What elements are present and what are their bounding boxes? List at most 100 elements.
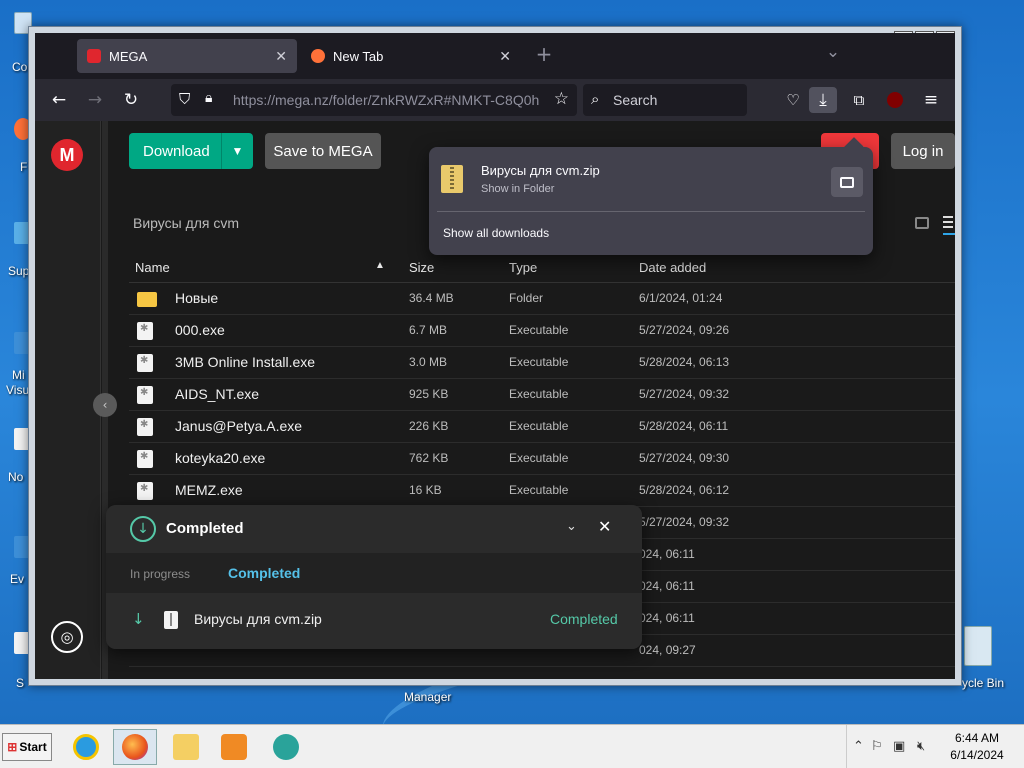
tab-new-tab[interactable]: New Tab ✕ bbox=[301, 39, 521, 73]
menu-hamburger-icon[interactable]: ≡ bbox=[917, 87, 945, 113]
transfer-tabs: In progress Completed bbox=[106, 553, 642, 593]
desktop-icon-label[interactable]: Co bbox=[12, 60, 27, 74]
column-name[interactable]: Name bbox=[135, 260, 170, 275]
thumbnail-view-icon[interactable] bbox=[915, 217, 929, 229]
network-icon[interactable]: ▣ bbox=[893, 739, 905, 754]
mega-sidebar: M ◎ bbox=[35, 121, 101, 679]
url-bar[interactable]: ⛉ 🔒︎ https://mega.nz/folder/ZnkRWZxR#NMK… bbox=[171, 84, 577, 116]
collapse-chevron-icon[interactable]: ⌄ bbox=[566, 519, 577, 534]
zip-file-icon bbox=[164, 611, 178, 629]
list-all-tabs-icon[interactable]: ⌄ bbox=[819, 39, 847, 65]
executable-file-icon bbox=[137, 354, 153, 372]
table-row[interactable]: AIDS_NT.exe 925 KB Executable 5/27/2024, 09… bbox=[129, 379, 955, 411]
collapse-sidebar-icon[interactable]: ‹ bbox=[93, 393, 117, 417]
extensions-icon[interactable]: ⧉ bbox=[845, 87, 873, 113]
show-in-folder-button[interactable] bbox=[831, 167, 863, 197]
transfer-title: Completed bbox=[166, 520, 244, 537]
navigation-toolbar: ← → ↻ ⛉ 🔒︎ https://mega.nz/folder/ZnkRWZ… bbox=[35, 79, 955, 121]
table-row[interactable]: 000.exe 6.7 MB Executable 5/27/2024, 09:26 bbox=[129, 315, 955, 347]
downloads-icon[interactable]: ⤓ bbox=[809, 87, 837, 113]
tab-strip: MEGA ✕ New Tab ✕ + ⌄ bbox=[35, 33, 955, 79]
download-options-chevron-icon[interactable]: ▼ bbox=[221, 133, 253, 169]
tab-in-progress[interactable]: In progress bbox=[130, 567, 190, 581]
desktop-icon-label[interactable]: Visu bbox=[6, 383, 29, 397]
forward-arrow-icon[interactable]: → bbox=[81, 87, 109, 113]
column-size[interactable]: Size bbox=[409, 260, 434, 275]
reload-icon[interactable]: ↻ bbox=[117, 87, 145, 113]
save-to-mega-button[interactable]: Save to MEGA bbox=[265, 133, 381, 169]
firefox-taskbar-icon[interactable] bbox=[113, 729, 157, 765]
clock-date[interactable]: 6/14/2024 bbox=[943, 748, 1011, 762]
transfer-item[interactable]: ↓ Вирусы для cvm.zip Completed bbox=[106, 593, 642, 649]
url-text[interactable]: https://mega.nz/folder/ZnkRWZxR#NMKT-C8Q… bbox=[233, 92, 543, 108]
close-tab-icon[interactable]: ✕ bbox=[499, 48, 511, 65]
file-date: 5/27/2024, 09:30 bbox=[639, 451, 730, 465]
mega-logo-icon[interactable]: M bbox=[51, 139, 83, 171]
tab-completed[interactable]: Completed bbox=[228, 565, 300, 581]
file-type: Executable bbox=[509, 355, 569, 369]
transfer-file-name: Вирусы для cvm.zip bbox=[194, 611, 322, 627]
clock-time[interactable]: 6:44 AM bbox=[947, 731, 1007, 745]
recycle-bin-icon[interactable] bbox=[964, 626, 992, 666]
search-placeholder: Search bbox=[613, 92, 658, 108]
desktop-icon-label[interactable]: Mi bbox=[12, 368, 25, 382]
firefox-favicon-icon bbox=[311, 49, 325, 63]
file-type: Folder bbox=[509, 291, 544, 305]
list-view-icon[interactable] bbox=[943, 213, 955, 235]
desktop-icon-label[interactable]: F bbox=[20, 160, 27, 174]
table-row[interactable]: koteyka20.exe 762 KB Executable 5/27/2024, … bbox=[129, 443, 955, 475]
ublock-origin-icon[interactable] bbox=[881, 87, 909, 113]
tray-expand-icon[interactable]: ⌃ bbox=[853, 739, 864, 754]
lock-icon[interactable]: 🔒︎ bbox=[205, 90, 212, 106]
internet-explorer-taskbar-icon[interactable] bbox=[64, 729, 108, 765]
desktop-icon-label[interactable]: Sup bbox=[8, 264, 29, 278]
volume-muted-icon[interactable]: 🔇︎ bbox=[917, 739, 925, 754]
app-taskbar-icon[interactable] bbox=[264, 729, 308, 765]
panel-divider bbox=[437, 211, 865, 212]
mega-favicon-icon bbox=[87, 49, 101, 63]
folder-icon bbox=[840, 176, 854, 188]
desktop-icon-label[interactable]: Manager bbox=[404, 690, 451, 704]
table-row[interactable]: Новые 36.4 MB Folder 6/1/2024, 01:24 bbox=[129, 283, 955, 315]
sort-ascending-icon[interactable]: ▲ bbox=[375, 260, 385, 271]
column-type[interactable]: Type bbox=[509, 260, 537, 275]
pocket-icon[interactable]: ♡ bbox=[779, 87, 807, 113]
download-button[interactable]: Download ▼ bbox=[129, 133, 253, 169]
table-row[interactable]: Janus@Petya.A.exe 226 KB Executable 5/28/20… bbox=[129, 411, 955, 443]
close-icon[interactable]: ✕ bbox=[598, 517, 611, 536]
table-row[interactable]: MEMZ.exe 16 KB Executable 5/28/2024, 06:12 bbox=[129, 475, 955, 507]
start-button[interactable]: ⊞ Start bbox=[2, 733, 52, 761]
back-arrow-icon[interactable]: ← bbox=[45, 87, 73, 113]
column-date[interactable]: Date added bbox=[639, 260, 706, 275]
file-name: koteyka20.exe bbox=[175, 450, 266, 466]
download-subtitle[interactable]: Show in Folder bbox=[481, 183, 554, 195]
desktop-icon-label[interactable]: S bbox=[16, 676, 24, 690]
file-type: Executable bbox=[509, 323, 569, 337]
support-lifebuoy-icon[interactable]: ◎ bbox=[51, 621, 83, 653]
table-row[interactable]: 3MB Online Install.exe 3.0 MB Executable 5/… bbox=[129, 347, 955, 379]
desktop-icon-label[interactable]: ycle Bin bbox=[962, 676, 1004, 690]
file-type: Executable bbox=[509, 451, 569, 465]
file-date: 024, 06:11 bbox=[639, 547, 695, 561]
login-button[interactable]: Log in bbox=[891, 133, 955, 169]
file-date: 5/28/2024, 06:12 bbox=[639, 483, 730, 497]
show-all-downloads-link[interactable]: Show all downloads bbox=[443, 226, 549, 240]
close-tab-icon[interactable]: ✕ bbox=[275, 48, 287, 65]
desktop-icon-label[interactable]: No bbox=[8, 470, 23, 484]
new-tab-plus-icon[interactable]: + bbox=[530, 41, 558, 67]
bookmark-star-icon[interactable]: ☆ bbox=[554, 89, 569, 109]
explorer-taskbar-icon[interactable] bbox=[164, 729, 208, 765]
file-size: 226 KB bbox=[409, 419, 449, 433]
transfer-status: Completed bbox=[550, 611, 618, 627]
zip-file-icon bbox=[441, 165, 463, 193]
media-player-taskbar-icon[interactable] bbox=[212, 729, 256, 765]
shield-icon[interactable]: ⛉ bbox=[179, 90, 190, 108]
desktop-icon-label[interactable]: Ev bbox=[10, 572, 24, 586]
completed-check-icon: ↓ bbox=[130, 516, 156, 542]
tab-mega[interactable]: MEGA ✕ bbox=[77, 39, 297, 73]
action-center-flag-icon[interactable]: ⚐ bbox=[871, 739, 883, 754]
download-file-name[interactable]: Вирусы для cvm.zip bbox=[481, 163, 600, 178]
breadcrumb[interactable]: Вирусы для cvm bbox=[133, 215, 239, 231]
search-bar[interactable]: ⌕ Search bbox=[583, 84, 747, 116]
transfer-manager-panel: ↓ Completed ⌄ ✕ In progress Completed ↓ … bbox=[106, 505, 642, 649]
